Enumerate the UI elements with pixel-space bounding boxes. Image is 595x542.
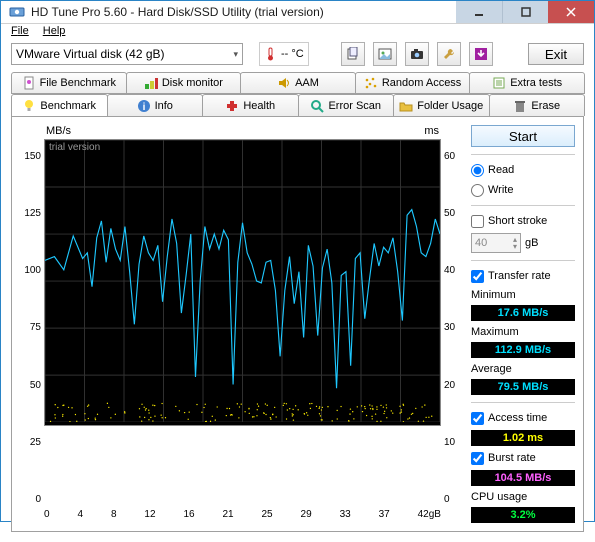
x-axis: 0481216212529333742gB <box>44 509 441 523</box>
cpu-usage-label: CPU usage <box>471 491 575 503</box>
temperature-value: -- °C <box>281 48 304 60</box>
tab-folder-usage[interactable]: Folder Usage <box>393 94 490 116</box>
y-right-label: ms <box>424 125 439 137</box>
access-time-check[interactable]: Access time <box>471 410 575 426</box>
side-panel: Start Read Write Short stroke 40▴▾ gB Tr… <box>471 125 575 523</box>
folder-icon <box>399 99 413 113</box>
bulb-icon <box>22 99 36 113</box>
list-icon <box>492 76 506 90</box>
random-icon <box>364 76 378 90</box>
chart-area: MB/s ms 1501251007550250 6050403020100 t… <box>20 125 463 523</box>
svg-text:i: i <box>142 102 145 113</box>
transfer-rate-check[interactable]: Transfer rate <box>471 268 575 284</box>
tab-random-access[interactable]: Random Access <box>355 72 471 94</box>
watermark-text: trial version <box>49 142 100 153</box>
wrench-icon <box>442 47 456 61</box>
minimize-tray-button[interactable] <box>469 42 493 66</box>
clipboard-icon <box>346 47 360 61</box>
write-radio[interactable]: Write <box>471 182 575 198</box>
tab-aam[interactable]: AAM <box>240 72 356 94</box>
camera-icon <box>410 47 424 61</box>
menubar: File Help <box>1 24 594 38</box>
chevron-down-icon: ▾ <box>233 49 238 60</box>
file-benchmark-icon <box>22 76 36 90</box>
read-radio[interactable]: Read <box>471 162 575 178</box>
options-button[interactable] <box>437 42 461 66</box>
short-stroke-check[interactable]: Short stroke <box>471 213 575 229</box>
tab-info[interactable]: iInfo <box>107 94 204 116</box>
menu-help[interactable]: Help <box>37 24 72 38</box>
average-label: Average <box>471 363 575 375</box>
info-icon: i <box>137 99 151 113</box>
minimize-button[interactable] <box>456 1 502 23</box>
drive-select-value: VMware Virtual disk (42 gB) <box>16 47 165 61</box>
tab-extra-tests[interactable]: Extra tests <box>469 72 585 94</box>
maximum-label: Maximum <box>471 326 575 338</box>
chart-plot: trial version <box>44 139 441 426</box>
save-screenshot-button[interactable] <box>405 42 429 66</box>
y-axis-left: 1501251007550250 <box>20 151 44 505</box>
average-value: 79.5 MB/s <box>471 379 575 395</box>
health-icon <box>225 99 239 113</box>
exit-button[interactable]: Exit <box>528 43 584 65</box>
access-time-value: 1.02 ms <box>471 430 575 446</box>
y-left-label: MB/s <box>46 125 71 137</box>
short-stroke-spinner[interactable]: 40▴▾ <box>471 233 521 253</box>
tab-row-lower: Benchmark iInfo Health Error Scan Folder… <box>11 94 584 116</box>
app-window: HD Tune Pro 5.60 - Hard Disk/SSD Utility… <box>0 0 595 522</box>
menu-file[interactable]: File <box>5 24 35 38</box>
burst-rate-check[interactable]: Burst rate <box>471 450 575 466</box>
window-controls <box>456 1 594 23</box>
tab-health[interactable]: Health <box>202 94 299 116</box>
thermometer-icon <box>264 47 278 61</box>
chart-svg <box>45 140 440 422</box>
tab-file-benchmark[interactable]: File Benchmark <box>11 72 127 94</box>
short-stroke-input: 40▴▾ gB <box>471 233 575 253</box>
y-axis-right: 6050403020100 <box>441 151 463 505</box>
tab-erase[interactable]: Erase <box>489 94 586 116</box>
cpu-usage-value: 3.2% <box>471 507 575 523</box>
search-icon <box>310 99 324 113</box>
start-button[interactable]: Start <box>471 125 575 147</box>
maximize-button[interactable] <box>502 1 548 23</box>
trash-icon <box>513 99 527 113</box>
titlebar: HD Tune Pro 5.60 - Hard Disk/SSD Utility… <box>1 1 594 24</box>
app-icon <box>9 4 25 20</box>
tab-error-scan[interactable]: Error Scan <box>298 94 395 116</box>
minimum-label: Minimum <box>471 289 575 301</box>
tab-benchmark[interactable]: Benchmark <box>11 94 108 116</box>
spinner-arrows-icon: ▴▾ <box>513 236 517 250</box>
monitor-icon <box>144 76 158 90</box>
tab-row-upper: File Benchmark Disk monitor AAM Random A… <box>11 72 584 94</box>
window-title: HD Tune Pro 5.60 - Hard Disk/SSD Utility… <box>31 5 456 19</box>
copy-screenshot-button[interactable] <box>373 42 397 66</box>
toolbar: VMware Virtual disk (42 gB) ▾ -- °C Exit <box>1 38 594 70</box>
tabs-area: File Benchmark Disk monitor AAM Random A… <box>1 70 594 542</box>
burst-rate-value: 104.5 MB/s <box>471 470 575 486</box>
tab-disk-monitor[interactable]: Disk monitor <box>126 72 242 94</box>
temperature-display: -- °C <box>259 42 309 66</box>
close-button[interactable] <box>548 1 594 23</box>
copy-info-button[interactable] <box>341 42 365 66</box>
tab-content: MB/s ms 1501251007550250 6050403020100 t… <box>11 116 584 532</box>
drive-select[interactable]: VMware Virtual disk (42 gB) ▾ <box>11 43 243 65</box>
image-icon <box>378 47 392 61</box>
maximum-value: 112.9 MB/s <box>471 342 575 358</box>
minimum-value: 17.6 MB/s <box>471 305 575 321</box>
speaker-icon <box>277 76 291 90</box>
arrow-down-icon <box>474 47 488 61</box>
